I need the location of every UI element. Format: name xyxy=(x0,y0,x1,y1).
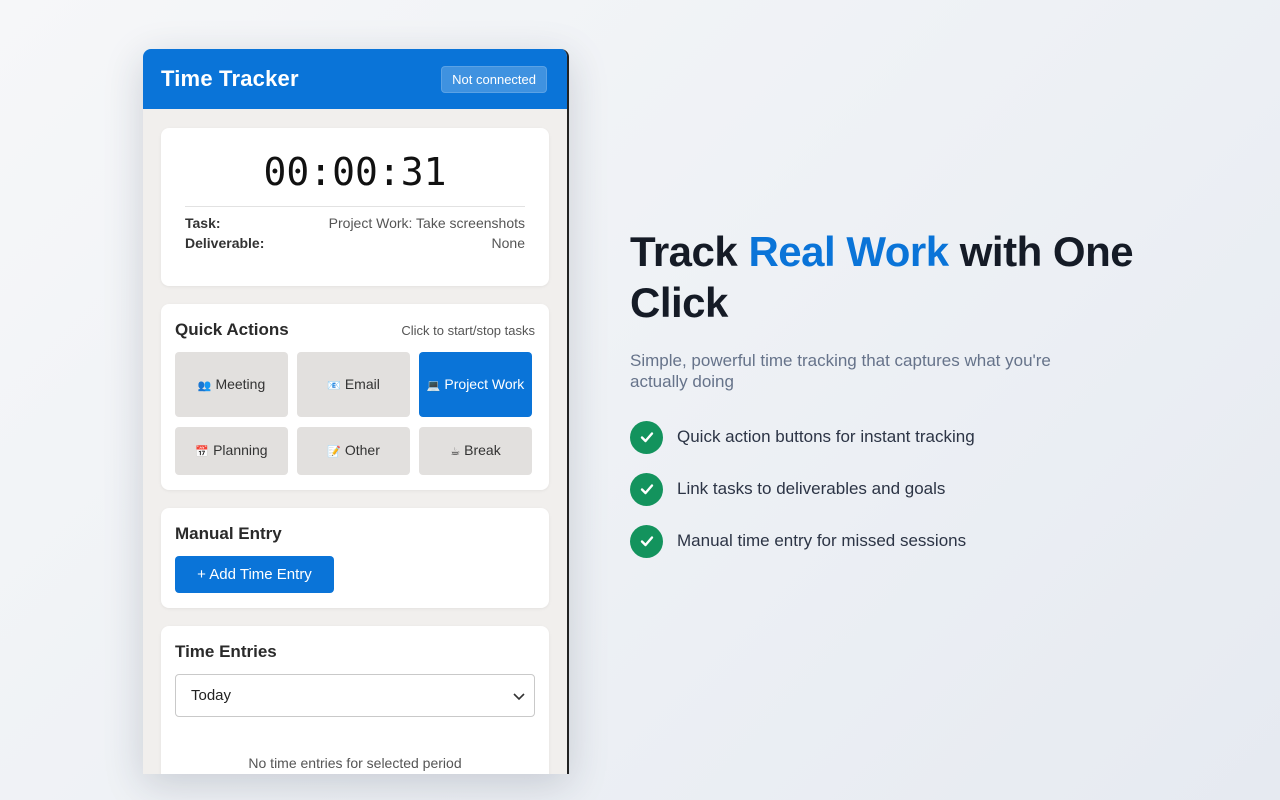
email-icon: 📧 xyxy=(327,379,341,392)
time-entries-card: Time Entries Today No time entries for s… xyxy=(161,626,549,774)
break-label: Break xyxy=(464,442,501,458)
memo-icon: 📝 xyxy=(327,446,341,458)
timer-display: 00:00:31 xyxy=(185,150,525,207)
task-value: Project Work: Take screenshots xyxy=(328,215,525,231)
project-work-button[interactable]: 💻 Project Work xyxy=(419,352,532,417)
chevron-down-icon xyxy=(513,692,525,700)
feature-list: Quick action buttons for instant trackin… xyxy=(630,420,1190,558)
time-entries-title: Time Entries xyxy=(175,642,277,661)
hero-section: Track Real Work with One Click Simple, p… xyxy=(630,226,1190,576)
hero-subhead: Simple, powerful time tracking that capt… xyxy=(630,351,1051,391)
calendar-icon: 📅 xyxy=(195,446,210,458)
deliverable-label: Deliverable: xyxy=(185,235,265,251)
check-circle-icon xyxy=(630,524,663,558)
period-select-value: Today xyxy=(191,687,232,704)
manual-entry-title: Manual Entry xyxy=(175,524,282,543)
feature-text: Manual time entry for missed sessions xyxy=(677,531,967,550)
timer-card: 00:00:31 Task: Project Work: Take screen… xyxy=(161,128,549,286)
feature-text: Quick action buttons for instant trackin… xyxy=(677,427,975,446)
deliverable-row: Deliverable: None xyxy=(185,235,525,251)
deliverable-value: None xyxy=(491,235,525,251)
headline-part1: Track xyxy=(630,228,749,275)
task-label: Task: xyxy=(185,215,221,231)
check-circle-icon xyxy=(630,420,663,454)
feature-item: Link tasks to deliverables and goals xyxy=(630,472,1190,506)
connection-status-badge[interactable]: Not connected xyxy=(441,65,547,93)
other-button[interactable]: 📝 Other xyxy=(297,427,410,475)
extension-popup: Time Tracker Not connected 00:00:31 Task… xyxy=(143,49,569,774)
popup-body: 00:00:31 Task: Project Work: Take screen… xyxy=(143,109,567,774)
task-row: Task: Project Work: Take screenshots xyxy=(185,215,525,231)
feature-item: Quick action buttons for instant trackin… xyxy=(630,420,1190,454)
feature-text: Link tasks to deliverables and goals xyxy=(677,479,946,498)
quick-actions-hint: Click to start/stop tasks xyxy=(401,323,535,338)
empty-entries-message: No time entries for selected period xyxy=(248,755,462,771)
manual-entry-card: Manual Entry + Add Time Entry xyxy=(161,508,549,608)
feature-item: Manual time entry for missed sessions xyxy=(630,524,1190,558)
add-time-entry-button[interactable]: + Add Time Entry xyxy=(175,556,334,593)
popup-header: Time Tracker Not connected xyxy=(143,49,567,109)
quick-actions-header: Quick Actions Click to start/stop tasks xyxy=(175,320,535,340)
check-circle-icon xyxy=(630,472,663,506)
email-label: Email xyxy=(344,375,380,392)
people-icon: 👥 xyxy=(197,379,212,392)
coffee-icon: ☕ xyxy=(450,446,461,458)
email-button[interactable]: 📧 Email xyxy=(297,352,410,417)
headline-accent: Real Work xyxy=(748,228,949,275)
laptop-icon: 💻 xyxy=(426,379,441,392)
break-button[interactable]: ☕ Break xyxy=(419,427,532,475)
meeting-button[interactable]: 👥 Meeting xyxy=(175,352,288,417)
app-title: Time Tracker xyxy=(161,66,299,91)
quick-actions-card: Quick Actions Click to start/stop tasks … xyxy=(161,304,549,490)
project-work-label: Project Work xyxy=(444,375,525,392)
quick-actions-grid: 👥 Meeting 📧 Email 💻 Project Work 📅 Planning … xyxy=(175,352,535,475)
planning-label: Planning xyxy=(213,442,268,458)
period-select[interactable]: Today xyxy=(175,674,535,717)
quick-actions-title: Quick Actions xyxy=(175,320,289,339)
planning-button[interactable]: 📅 Planning xyxy=(175,427,288,475)
other-label: Other xyxy=(344,442,380,458)
meeting-label: Meeting xyxy=(215,375,266,392)
hero-headline: Track Real Work with One Click xyxy=(630,226,1190,328)
